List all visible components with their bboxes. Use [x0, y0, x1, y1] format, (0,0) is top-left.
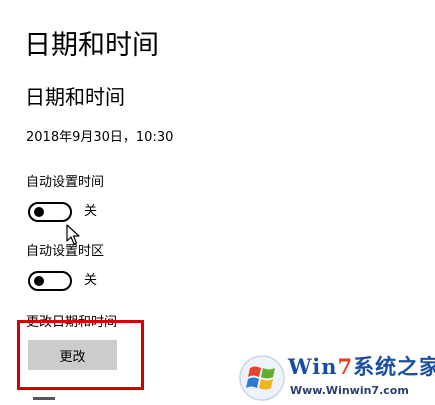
change-button[interactable]: 更改 — [28, 340, 117, 370]
watermark-url: Www.Winwin7.com — [290, 384, 409, 397]
watermark-brand-part3: 系统之家 — [353, 354, 435, 379]
change-datetime-label: 更改日期和时间 — [26, 315, 118, 330]
windows-flag-icon — [239, 355, 285, 401]
toggle-knob — [34, 207, 44, 217]
current-datetime: 2018年9月30日，10:30 — [26, 130, 174, 145]
watermark-brand-part1: Win — [288, 354, 338, 379]
watermark-brand: Win7系统之家 — [288, 353, 435, 381]
watermark: Win7系统之家 Www.Winwin7.com — [238, 350, 435, 405]
toggle-knob — [34, 276, 44, 286]
auto-time-state: 关 — [84, 204, 98, 219]
page-title: 日期和时间 — [24, 30, 159, 61]
partial-next-item — [33, 397, 55, 400]
auto-timezone-toggle-row[interactable]: 关 — [28, 270, 97, 292]
auto-timezone-toggle[interactable] — [28, 271, 72, 291]
auto-time-toggle-row[interactable]: 关 — [28, 201, 97, 223]
auto-timezone-label: 自动设置时区 — [26, 244, 105, 259]
section-title: 日期和时间 — [25, 85, 125, 109]
auto-time-toggle[interactable] — [28, 202, 72, 222]
auto-time-label: 自动设置时间 — [26, 175, 105, 190]
auto-timezone-state: 关 — [84, 273, 98, 288]
watermark-brand-part2: 7 — [337, 354, 354, 379]
